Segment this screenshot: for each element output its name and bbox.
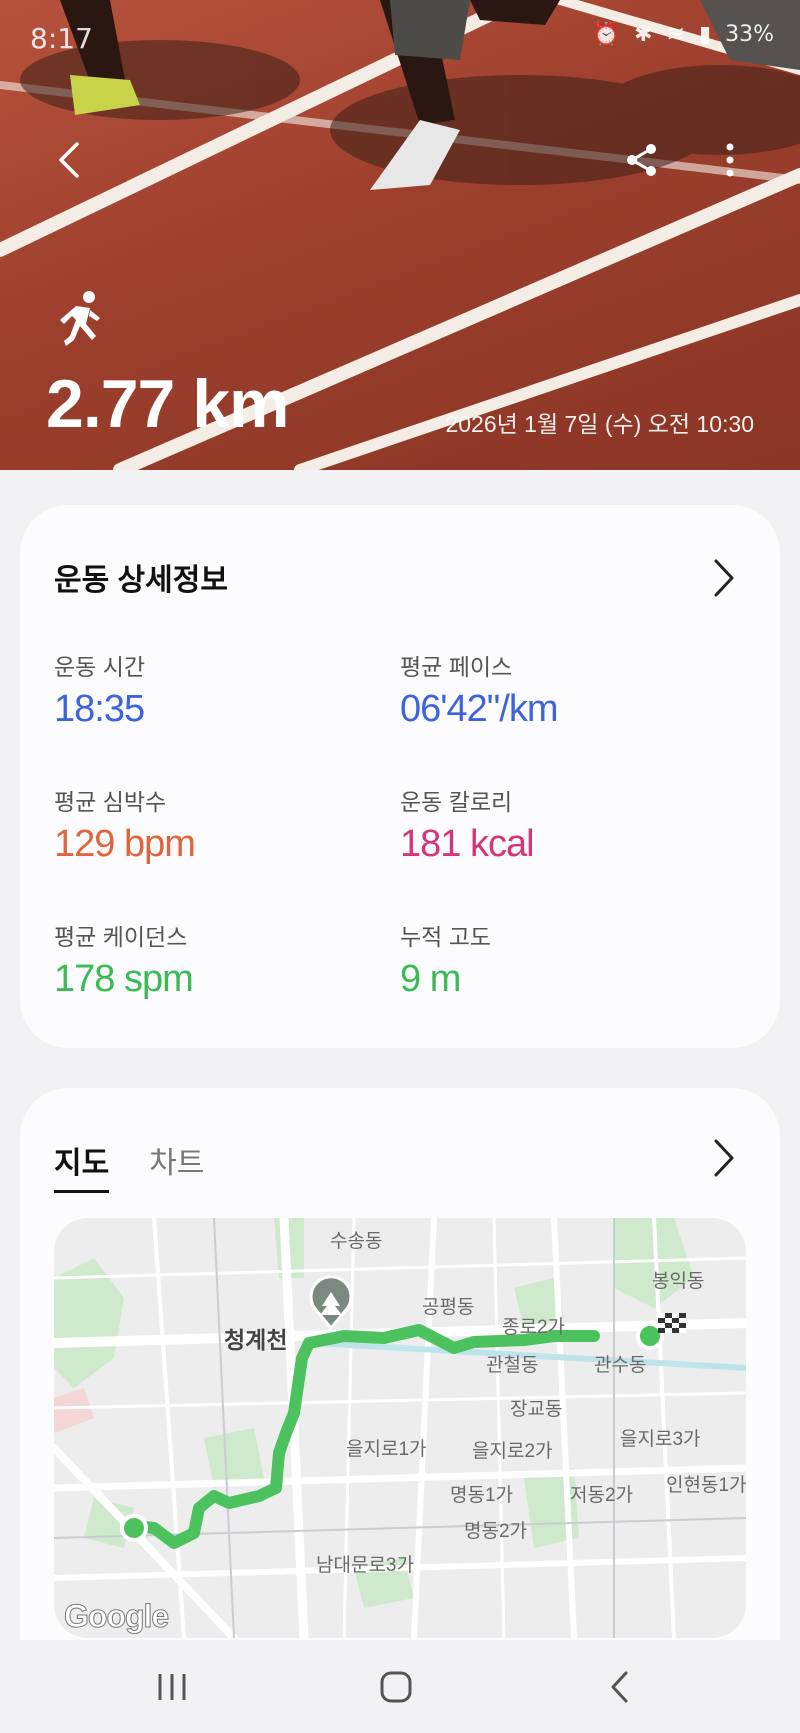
metric-elevation-gain: 누적 고도 9 m [400,918,730,1001]
status-bar: 8:17 ⏰ ✱ ≋ ▮ 33% [0,22,800,62]
system-navigation-bar [0,1640,800,1733]
back-button[interactable] [40,130,100,190]
map-card: 지도 차트 수송동 청계천 공평동 종로2가 봉익동 관철동 관수동 장교동 을… [20,1088,780,1733]
back-icon [59,142,79,178]
map-label: 저동2가 [570,1485,634,1506]
share-button[interactable] [612,130,672,190]
map-label: 수송동 [330,1231,383,1252]
map-label: 을지로3가 [620,1429,701,1450]
signal-icon: ▮ [698,22,712,47]
map-label: 남대문로3가 [316,1555,414,1576]
google-logo: Google [63,1598,169,1635]
metric-value: 06'42"/km [400,688,559,730]
status-icons: ⏰ ✱ ≋ ▮ 33% [593,22,774,47]
back-nav-icon [611,1671,628,1703]
metric-label: 누적 고도 [400,924,492,950]
metric-calories: 운동 칼로리 181 kcal [400,783,730,866]
metric-value: 181 kcal [400,823,535,865]
metric-label: 평균 심박수 [54,789,167,815]
map-label: 을지로2가 [472,1441,553,1462]
workout-details-card: 운동 상세정보 운동 시간 18:35 평균 페이스 06'42"/km 평균 … [20,505,780,1048]
workout-datetime: 2026년 1월 7일 (수) 오전 10:30 [445,411,754,437]
battery-level: 33% [725,22,774,47]
more-options-button[interactable] [700,130,760,190]
bluetooth-icon: ✱ [634,22,653,47]
map-label: 명동2가 [464,1521,528,1542]
map-label: 명동1가 [450,1485,514,1506]
wifi-icon: ≋ [666,22,685,47]
map-label: 종로2가 [502,1317,566,1338]
metric-label: 운동 시간 [54,654,146,680]
running-icon [60,291,100,346]
more-vert-icon [726,143,734,177]
metric-label: 운동 칼로리 [400,789,513,815]
metric-avg-pace: 평균 페이스 06'42"/km [400,648,730,731]
alarm-icon: ⏰ [592,22,621,47]
home-button[interactable] [366,1662,426,1712]
metric-value: 9 m [400,958,461,1000]
workout-detail-screen: 8:17 ⏰ ✱ ≋ ▮ 33% 2.77 km 2026년 1월 7일 (수)… [0,0,800,1733]
hero-banner: 8:17 ⏰ ✱ ≋ ▮ 33% 2.77 km 2026년 1월 7일 (수)… [0,0,800,470]
status-time: 8:17 [30,22,93,55]
metric-label: 평균 케이던스 [54,924,188,950]
tab-chart[interactable]: 차트 [149,1138,204,1193]
tab-map[interactable]: 지도 [54,1138,110,1193]
metric-duration: 운동 시간 18:35 [54,648,384,731]
details-chevron-right-icon[interactable] [704,553,744,603]
map-label: 봉익동 [652,1271,705,1292]
start-marker-icon [120,1514,148,1542]
distance-value: 2.77 km [46,366,290,442]
map-label: 을지로1가 [346,1439,427,1460]
recent-apps-button[interactable] [142,1662,202,1712]
details-title: 운동 상세정보 [54,564,228,597]
recent-apps-icon [158,1674,186,1700]
map-label: 장교동 [510,1399,563,1420]
metric-avg-heart-rate: 평균 심박수 129 bpm [54,783,384,866]
map-label: 청계천 [224,1327,288,1353]
back-nav-button[interactable] [590,1662,650,1712]
route-map[interactable]: 수송동 청계천 공평동 종로2가 봉익동 관철동 관수동 장교동 을지로3가 을… [54,1218,746,1638]
metric-value: 178 spm [54,958,194,1000]
home-icon [380,1671,412,1703]
metric-label: 평균 페이스 [400,654,513,680]
map-label: 공평동 [422,1297,475,1318]
metric-avg-cadence: 평균 케이던스 178 spm [54,918,384,1001]
share-icon [627,144,656,176]
metric-value: 18:35 [54,688,145,730]
map-label: 관철동 [486,1355,539,1376]
metric-value: 129 bpm [54,823,196,865]
map-label: 인현동1가 [666,1475,746,1496]
map-chevron-right-icon[interactable] [704,1133,744,1183]
map-chart-tabs: 지도 차트 [54,1138,204,1193]
map-label: 관수동 [594,1355,647,1376]
